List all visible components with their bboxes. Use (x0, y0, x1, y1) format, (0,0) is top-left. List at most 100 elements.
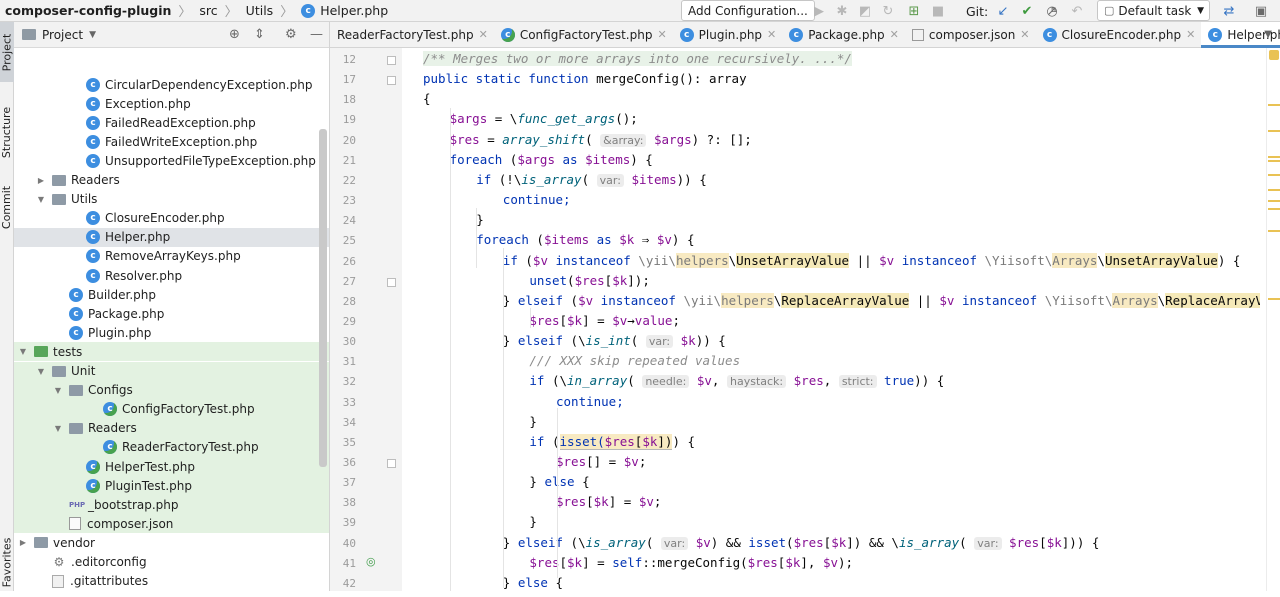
tree-file[interactable]: cHelper.php (14, 228, 330, 247)
warning-marker[interactable] (1268, 200, 1280, 202)
editor-tab[interactable]: cClosureEncoder.php✕ (1036, 22, 1202, 48)
tree-file[interactable]: cPlugin.php (14, 323, 330, 342)
tool-tab-favorites[interactable]: Favorites (0, 527, 14, 597)
code-line[interactable]: } (476, 210, 484, 230)
collapse-all-icon[interactable]: ⇕ (254, 27, 265, 42)
inspection-status-icon[interactable] (1269, 50, 1279, 60)
tree-file[interactable]: cBuilder.php (14, 285, 330, 304)
tree-file[interactable]: .gitattributes (14, 572, 330, 591)
fold-icon[interactable] (387, 278, 396, 287)
tree-file[interactable]: cException.php (14, 94, 330, 113)
add-configuration-button[interactable]: Add Configuration... (681, 0, 815, 21)
close-icon[interactable]: ✕ (767, 28, 776, 41)
code-area[interactable]: /** Merges two or more arrays into one r… (410, 48, 1260, 591)
run-icon[interactable]: ▶ (811, 3, 827, 19)
code-line[interactable]: if ($v instanceof \yii\helpers\UnsetArra… (503, 251, 1241, 271)
chevron-down-icon[interactable]: ▼ (36, 367, 46, 376)
tree-folder[interactable]: ▼Unit (14, 362, 330, 381)
fold-icon[interactable] (387, 56, 396, 65)
close-icon[interactable]: ✕ (1020, 28, 1029, 41)
chevron-right-icon[interactable]: ▶ (18, 538, 28, 547)
locate-file-icon[interactable]: ⊕ (229, 27, 240, 42)
code-line[interactable]: if (isset($res[$k])) { (529, 432, 695, 452)
tree-file[interactable]: cFailedWriteException.php (14, 132, 330, 151)
code-line[interactable]: } else { (529, 472, 589, 492)
code-line[interactable]: { (423, 89, 431, 109)
close-icon[interactable]: ✕ (1186, 28, 1195, 41)
tree-file[interactable]: composer.json (14, 514, 330, 533)
tool-tab-commit[interactable]: Commit (0, 177, 14, 237)
breadcrumb-src[interactable]: src (194, 0, 219, 22)
chevron-down-icon[interactable]: ▼ (53, 424, 63, 433)
tree-file[interactable]: ⚙.editorconfig (14, 553, 330, 572)
build-icon[interactable]: ⊞ (906, 3, 922, 19)
warning-marker[interactable] (1268, 156, 1280, 158)
tree-folder[interactable]: ▼Configs (14, 381, 330, 400)
warning-marker[interactable] (1268, 104, 1280, 106)
warning-marker[interactable] (1268, 160, 1280, 162)
code-line[interactable]: $res[$k] = self::mergeConfig($res[$k], $… (529, 553, 853, 573)
code-line[interactable]: $res = array_shift( &array: $args) ?: []… (450, 130, 752, 150)
close-icon[interactable]: ✕ (657, 28, 666, 41)
warning-marker[interactable] (1268, 189, 1280, 191)
chevron-down-icon[interactable]: ▼ (53, 386, 63, 395)
code-line[interactable]: } elseif (\is_int( var: $k)) { (503, 331, 726, 351)
settings-gear-icon[interactable]: ⚙ (285, 27, 297, 42)
commit-check-icon[interactable]: ✔ (1019, 3, 1035, 19)
history-icon[interactable]: ◷ (1044, 3, 1060, 19)
code-line[interactable]: } elseif ($v instanceof \yii\helpers\Rep… (503, 291, 1260, 311)
fold-icon[interactable] (387, 459, 396, 468)
code-line[interactable]: continue; (556, 392, 624, 412)
code-line[interactable]: $res[] = $v; (556, 452, 646, 472)
code-line[interactable]: if (\in_array( needle: $v, haystack: $re… (529, 371, 944, 391)
tree-folder[interactable]: ▼Utils (14, 190, 330, 209)
chevron-down-icon[interactable]: ▼ (1264, 29, 1272, 40)
code-line[interactable]: $res[$k] = $v; (556, 492, 661, 512)
warning-marker[interactable] (1268, 230, 1280, 232)
tool-tab-project[interactable]: Project (0, 22, 14, 82)
tree-folder[interactable]: ▼Readers (14, 419, 330, 438)
code-line[interactable]: if (!\is_array( var: $items)) { (476, 170, 707, 190)
tree-file[interactable]: cHelperTest.php (14, 457, 330, 476)
close-icon[interactable]: ✕ (890, 28, 899, 41)
editor-tab[interactable]: composer.json✕ (905, 22, 1036, 48)
rollback-icon[interactable]: ↶ (1069, 3, 1085, 19)
editor-tab[interactable]: ReaderFactoryTest.php✕ (330, 22, 494, 48)
tree-file[interactable]: cCircularDependencyException.php (14, 75, 330, 94)
code-line[interactable]: /** Merges two or more arrays into one r… (423, 49, 852, 69)
breadcrumb-project[interactable]: composer-config-plugin (0, 0, 173, 22)
fold-icon[interactable] (387, 76, 396, 85)
tree-file[interactable]: cResolver.php (14, 266, 330, 285)
code-line[interactable]: } (529, 412, 537, 432)
tree-folder[interactable]: ▼tests (14, 342, 330, 361)
window-icon[interactable]: ▣ (1253, 3, 1269, 19)
tree-file[interactable]: cPluginTest.php (14, 476, 330, 495)
code-line[interactable]: $args = \func_get_args(); (450, 109, 638, 129)
warning-marker[interactable] (1268, 130, 1280, 132)
code-line[interactable]: unset($res[$k]); (529, 271, 649, 291)
task-selector[interactable]: ▢ Default task ▼ (1097, 0, 1210, 21)
tree-folder[interactable]: ▶Readers (14, 171, 330, 190)
editor-tab[interactable]: cPlugin.php✕ (673, 22, 783, 48)
tree-scrollbar[interactable] (319, 129, 327, 467)
code-line[interactable]: $res[$k] = $v→value; (529, 311, 680, 331)
code-line[interactable]: foreach ($items as $k ⇒ $v) { (476, 230, 694, 250)
code-line[interactable]: } (529, 512, 537, 532)
code-line[interactable]: } elseif (\is_array( var: $v) && isset($… (503, 533, 1100, 553)
update-project-icon[interactable]: ↙ (995, 3, 1011, 19)
tree-file[interactable]: cRemoveArrayKeys.php (14, 247, 330, 266)
code-line[interactable]: /// XXX skip repeated values (529, 351, 740, 371)
tree-file[interactable]: cClosureEncoder.php (14, 209, 330, 228)
debug-icon[interactable]: ✱ (834, 3, 850, 19)
error-stripe[interactable] (1266, 48, 1280, 591)
editor-tab[interactable]: cPackage.php✕ (782, 22, 905, 48)
translate-icon[interactable]: ⇄ (1221, 3, 1237, 19)
tool-tab-structure[interactable]: Structure (0, 92, 14, 172)
chevron-down-icon[interactable]: ▼ (89, 30, 96, 40)
close-icon[interactable]: ✕ (479, 28, 488, 41)
code-line[interactable]: public static function mergeConfig(): ar… (423, 69, 747, 89)
code-line[interactable]: continue; (503, 190, 571, 210)
coverage-icon[interactable]: ◩ (857, 3, 873, 19)
warning-marker[interactable] (1268, 208, 1280, 210)
code-line[interactable]: } else { (503, 573, 563, 591)
